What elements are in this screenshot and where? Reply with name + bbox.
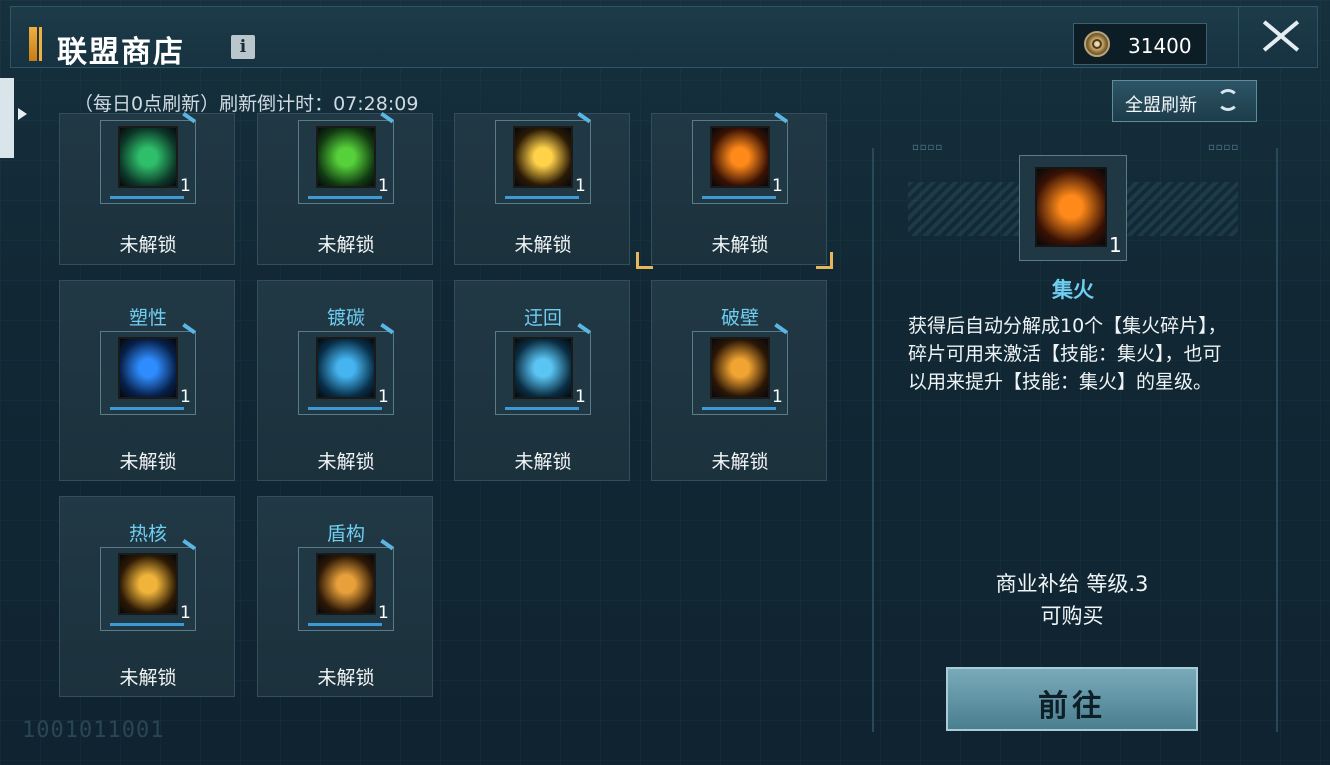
refresh-icon [1217, 89, 1239, 111]
green-spike-icon [316, 126, 376, 188]
go-button[interactable]: 前往 [946, 667, 1198, 731]
blue-shield-icon [118, 337, 178, 399]
close-button[interactable] [1238, 6, 1319, 68]
info-button[interactable]: i [231, 35, 255, 59]
item-name: 热核 [128, 523, 167, 545]
detail-shop-level: 商业补给 等级.3 [995, 572, 1149, 596]
alliance-shop-screen: 联盟商店 i 31400 （每日0点刷新）刷新倒计时：07:28:09 全盟刷新… [0, 0, 1330, 765]
shop-item-card[interactable]: 破壁 1 未解锁 [651, 280, 827, 481]
item-tile-bar [505, 196, 579, 199]
item-status: 未解锁 [317, 667, 375, 689]
item-name: 破壁 [720, 307, 759, 329]
footer-decor-code: 1001011001 [22, 718, 165, 743]
item-count: 1 [180, 387, 191, 407]
item-tile-bar [110, 623, 184, 626]
selection-corner [636, 252, 653, 269]
item-tile-bar [308, 623, 382, 626]
item-icon-tile: 1 [100, 120, 196, 204]
expand-arrow-icon[interactable] [18, 108, 27, 120]
shop-item-card[interactable]: 塑性 1 未解锁 [59, 280, 235, 481]
item-count: 1 [180, 603, 191, 623]
item-icon-tile: 1 [692, 120, 788, 204]
decor-dots-right: ▫▫▫▫ [1208, 142, 1240, 153]
shop-item-card[interactable]: 迂回 1 未解锁 [454, 280, 630, 481]
item-count: 1 [378, 176, 389, 196]
mech-blast-icon [710, 337, 770, 399]
shop-item-card[interactable]: 镀碳 1 未解锁 [257, 280, 433, 481]
item-count: 1 [772, 387, 783, 407]
item-icon-tile: 1 [495, 331, 591, 415]
spark-burst-icon [513, 126, 573, 188]
refresh-countdown: （每日0点刷新）刷新倒计时：07:28:09 [74, 93, 419, 115]
item-tile-bar [110, 407, 184, 410]
shop-item-card[interactable]: 1 未解锁 [257, 113, 433, 265]
item-status: 未解锁 [711, 451, 769, 473]
item-tile-bar [110, 196, 184, 199]
item-name: 塑性 [128, 307, 167, 329]
green-vortex-icon [118, 126, 178, 188]
item-count: 1 [180, 176, 191, 196]
gold-drill-icon [316, 553, 376, 615]
header-bar: 联盟商店 i 31400 [10, 6, 1318, 70]
detail-item-name: 集火 [1052, 278, 1094, 302]
currency-value: 31400 [1128, 34, 1192, 58]
selection-corner [816, 252, 833, 269]
item-count: 1 [575, 176, 586, 196]
item-tile-bar [505, 407, 579, 410]
side-drawer-tab[interactable] [0, 78, 14, 158]
blue-wave-icon [513, 337, 573, 399]
blue-ring-icon [316, 337, 376, 399]
item-icon-tile: 1 [100, 547, 196, 631]
item-icon-tile: 1 [100, 331, 196, 415]
item-tile-bar [308, 196, 382, 199]
shop-item-card[interactable]: 1 未解锁 [454, 113, 630, 265]
item-count: 1 [378, 387, 389, 407]
coin-icon [1084, 31, 1110, 57]
item-icon-tile: 1 [298, 547, 394, 631]
item-status: 未解锁 [119, 451, 177, 473]
item-name: 镀碳 [326, 307, 365, 329]
detail-item-description: 获得后自动分解成10个【集火碎片】，碎片可用来激活【技能：集火】，也可以用来提升… [908, 315, 1227, 393]
decor-dots-left: ▫▫▫▫ [912, 142, 944, 153]
detail-item-icon: 1 [1019, 155, 1127, 261]
item-status: 未解锁 [317, 451, 375, 473]
item-status: 未解锁 [514, 451, 572, 473]
item-name: 盾构 [326, 523, 365, 545]
item-tile-bar [702, 407, 776, 410]
item-name: 迂回 [523, 307, 562, 329]
fire-icon [1035, 167, 1107, 247]
go-button-label: 前往 [1038, 689, 1106, 724]
shop-item-card[interactable]: 热核 1 未解锁 [59, 496, 235, 697]
shop-item-card[interactable]: 1 未解锁 [636, 113, 833, 269]
alliance-refresh-button[interactable]: 全盟刷新 [1112, 80, 1257, 122]
page-title: 联盟商店 [57, 35, 185, 70]
shop-item-card[interactable]: 盾构 1 未解锁 [257, 496, 433, 697]
shop-item-card[interactable]: 1 未解锁 [59, 113, 235, 265]
item-icon-tile: 1 [298, 331, 394, 415]
item-status: 未解锁 [711, 234, 769, 256]
alliance-refresh-label: 全盟刷新 [1125, 95, 1197, 116]
item-count: 1 [378, 603, 389, 623]
item-icon-tile: 1 [692, 331, 788, 415]
item-count: 1 [575, 387, 586, 407]
item-icon-tile: 1 [495, 120, 591, 204]
title-accent [29, 27, 42, 61]
item-status: 未解锁 [514, 234, 572, 256]
item-tile-bar [702, 196, 776, 199]
detail-item-count: 1 [1109, 233, 1122, 257]
item-icon-tile: 1 [298, 120, 394, 204]
currency-display: 31400 [1073, 23, 1207, 65]
item-tile-bar [308, 407, 382, 410]
item-status: 未解锁 [119, 667, 177, 689]
item-status: 未解锁 [119, 234, 177, 256]
detail-availability: 可购买 [1040, 604, 1104, 628]
item-status: 未解锁 [317, 234, 375, 256]
fire-icon [710, 126, 770, 188]
gold-core-icon [118, 553, 178, 615]
item-count: 1 [772, 176, 783, 196]
